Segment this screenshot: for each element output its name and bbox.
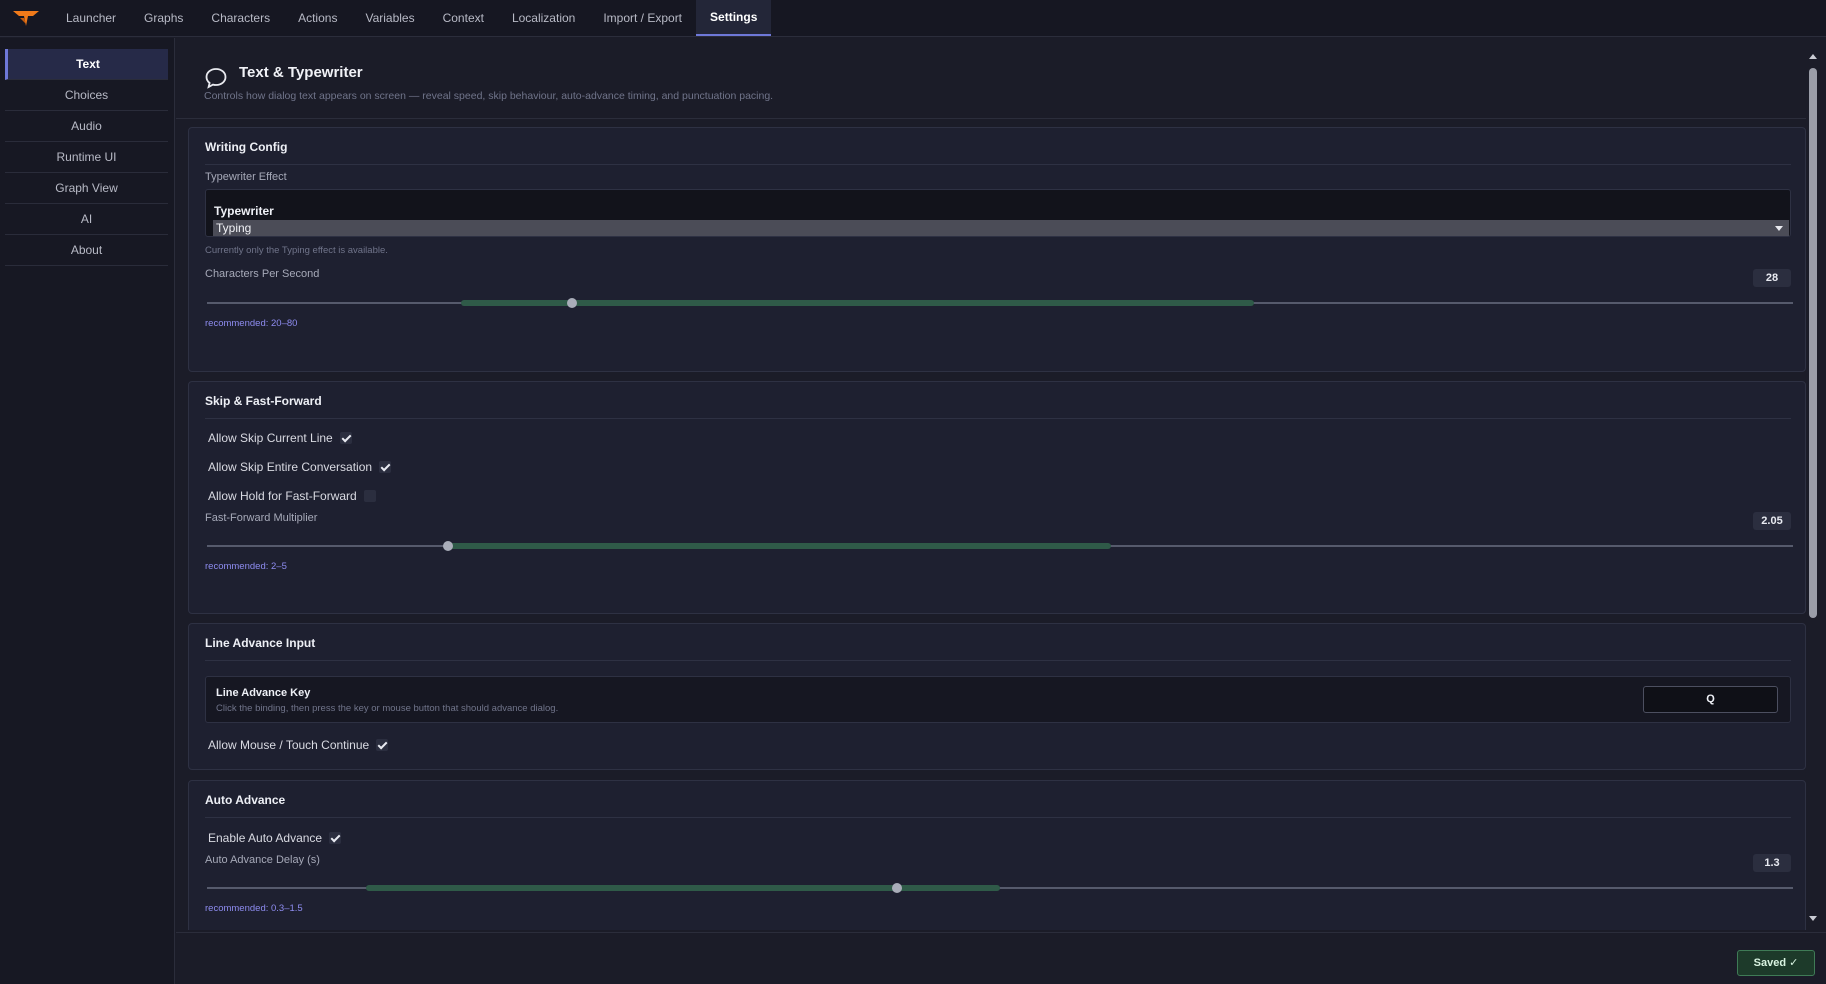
cps-slider[interactable]	[207, 298, 1793, 308]
card-title: Writing Config	[205, 140, 288, 154]
tab-localization[interactable]: Localization	[498, 0, 589, 36]
typewriter-effect-label: Typewriter Effect	[205, 171, 287, 183]
option-label: Allow Mouse / Touch Continue	[208, 738, 370, 752]
enable-auto-advance-option[interactable]: Enable Auto Advance	[208, 831, 342, 845]
card-title: Auto Advance	[205, 793, 286, 807]
page-description: Controls how dialog text appears on scre…	[204, 90, 774, 102]
skip-conversation-option[interactable]: Allow Skip Entire Conversation	[208, 460, 392, 474]
tab-graphs[interactable]: Graphs	[130, 0, 197, 36]
recommended-range	[444, 543, 1111, 549]
card-title: Line Advance Input	[205, 636, 316, 650]
sidebar-item-runtime-ui[interactable]: Runtime UI	[5, 142, 168, 173]
enable-auto-advance-checkbox[interactable]	[329, 832, 342, 844]
top-nav: Launcher Graphs Characters Actions Varia…	[0, 0, 1826, 37]
card-title: Skip & Fast-Forward	[205, 394, 322, 408]
tab-import-export[interactable]: Import / Export	[589, 0, 696, 36]
auto-advance-delay-slider[interactable]	[207, 883, 1793, 893]
cps-label: Characters Per Second	[205, 268, 320, 280]
app-logo[interactable]	[0, 0, 52, 36]
sidebar-item-choices[interactable]: Choices	[5, 80, 168, 111]
settings-content: Text & Typewriter Controls how dialog te…	[176, 38, 1806, 930]
skip-current-line-checkbox[interactable]	[339, 432, 352, 444]
divider	[205, 660, 1791, 661]
scroll-thumb[interactable]	[1809, 68, 1817, 618]
key-description: Click the binding, then press the key or…	[216, 703, 559, 714]
sidebar-item-about[interactable]: About	[5, 235, 168, 266]
auto-advance-card: Auto Advance Enable Auto Advance Auto Ad…	[188, 780, 1806, 930]
ff-multiplier-value[interactable]: 2.05	[1753, 512, 1791, 530]
mouse-touch-option[interactable]: Allow Mouse / Touch Continue	[208, 738, 389, 752]
typewriter-hint: Currently only the Typing effect is avai…	[205, 245, 388, 256]
tab-actions[interactable]: Actions	[284, 0, 351, 36]
ff-multiplier-label: Fast-Forward Multiplier	[205, 512, 318, 524]
slider-thumb[interactable]	[566, 298, 577, 308]
logo-icon	[13, 11, 39, 26]
cps-recommended: recommended: 20–80	[205, 318, 298, 329]
sidebar-item-graph-view[interactable]: Graph View	[5, 173, 168, 204]
sidebar-item-audio[interactable]: Audio	[5, 111, 168, 142]
select-label: Typewriter	[214, 204, 274, 218]
settings-sidebar: Text Choices Audio Runtime UI Graph View…	[0, 38, 175, 984]
ff-recommended: recommended: 2–5	[205, 561, 287, 572]
option-label: Allow Skip Entire Conversation	[208, 460, 373, 474]
divider	[205, 164, 1791, 165]
saved-button[interactable]: Saved ✓	[1737, 950, 1815, 976]
slider-thumb[interactable]	[891, 883, 902, 893]
tab-variables[interactable]: Variables	[351, 0, 428, 36]
writing-config-card: Writing Config Typewriter Effect Typewri…	[188, 127, 1806, 372]
tab-launcher[interactable]: Launcher	[52, 0, 130, 36]
skip-current-line-option[interactable]: Allow Skip Current Line	[208, 431, 352, 445]
divider	[205, 418, 1791, 419]
auto-advance-delay-label: Auto Advance Delay (s)	[205, 854, 320, 866]
sidebar-item-text[interactable]: Text	[5, 49, 168, 80]
footer-divider	[176, 932, 1826, 933]
typewriter-effect-select[interactable]: Typing	[213, 220, 1789, 236]
key-title: Line Advance Key	[216, 687, 311, 699]
speech-bubble-icon	[205, 68, 227, 89]
scrollbar[interactable]	[1806, 50, 1820, 924]
option-label: Enable Auto Advance	[208, 831, 323, 845]
scroll-down-icon[interactable]	[1809, 916, 1817, 921]
option-label: Allow Skip Current Line	[208, 431, 333, 445]
line-advance-card: Line Advance Input Line Advance Key Clic…	[188, 623, 1806, 770]
page-title: Text & Typewriter	[239, 64, 363, 81]
recommended-range	[460, 300, 1254, 306]
sidebar-item-ai[interactable]: AI	[5, 204, 168, 235]
slider-thumb[interactable]	[443, 541, 454, 551]
skip-card: Skip & Fast-Forward Allow Skip Current L…	[188, 381, 1806, 614]
line-advance-key-panel: Line Advance Key Click the binding, then…	[205, 676, 1791, 723]
recommended-range	[365, 885, 1000, 891]
chevron-down-icon	[1775, 226, 1783, 231]
divider	[205, 817, 1791, 818]
select-value: Typing	[216, 221, 252, 235]
typewriter-select-panel: Typewriter Typing	[205, 189, 1791, 237]
mouse-touch-checkbox[interactable]	[376, 739, 389, 751]
tab-context[interactable]: Context	[429, 0, 498, 36]
scroll-up-icon[interactable]	[1809, 54, 1817, 59]
ff-multiplier-slider[interactable]	[207, 541, 1793, 551]
cps-value[interactable]: 28	[1753, 269, 1791, 287]
key-binding-button[interactable]: Q	[1643, 686, 1778, 713]
option-label: Allow Hold for Fast-Forward	[208, 489, 357, 503]
tab-characters[interactable]: Characters	[197, 0, 284, 36]
auto-advance-recommended: recommended: 0.3–1.5	[205, 903, 303, 914]
hold-fast-forward-checkbox[interactable]	[363, 490, 376, 502]
tab-settings[interactable]: Settings	[696, 0, 772, 36]
skip-conversation-checkbox[interactable]	[379, 461, 392, 473]
auto-advance-delay-value[interactable]: 1.3	[1753, 854, 1791, 872]
hold-fast-forward-option[interactable]: Allow Hold for Fast-Forward	[208, 489, 376, 503]
